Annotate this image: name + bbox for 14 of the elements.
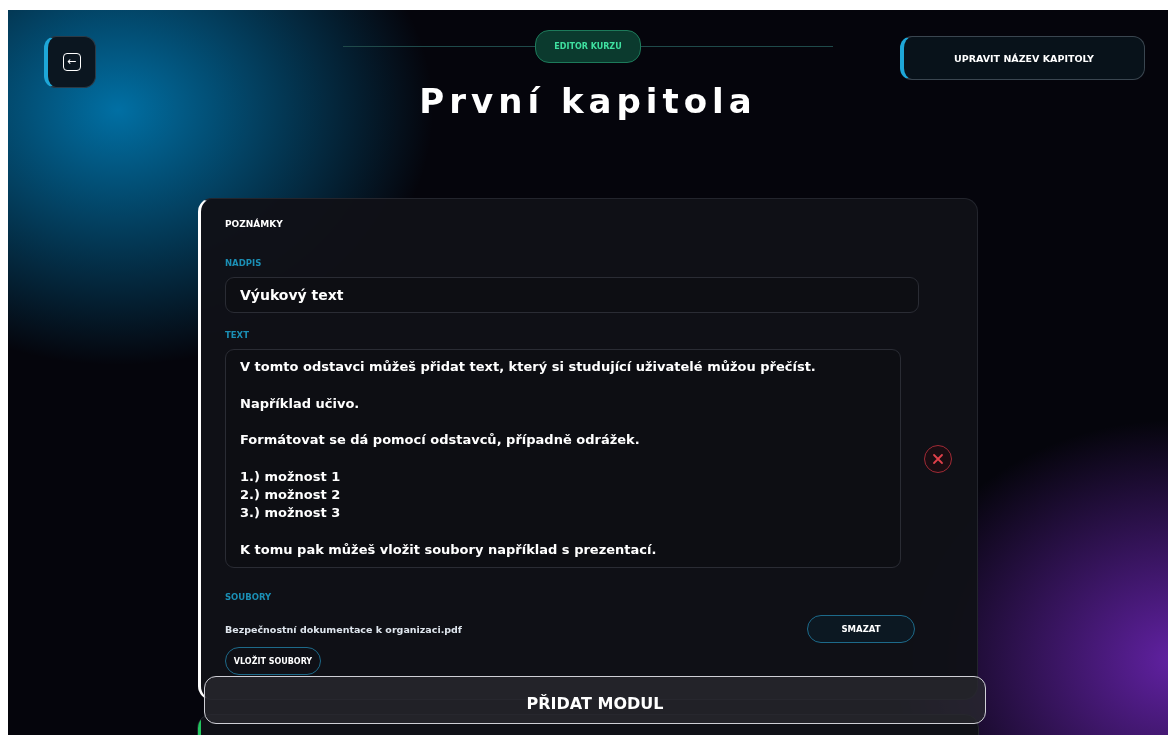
rename-chapter-button[interactable]: UPRAVIT NÁZEV KAPITOLY (900, 36, 1145, 80)
editor-badge: EDITOR KURZU (535, 30, 641, 63)
field-label: NADPIS (225, 258, 263, 268)
text-area-field[interactable]: V tomto odstavci můžeš přidat text, který si studující uživatelé můžou přečíst. Například učivo. Formátovat se dá pomocí odstavců, případně odrážek. 1.) možnost 1 2.) možnost 2 3.) možnost 3 K tomu pak můžeš vložit soubory například s prezentací. (225, 349, 901, 569)
file-name: Bezpečnostní dokumentace k organizaci.pdf (225, 623, 462, 635)
delete-icon[interactable] (923, 443, 953, 474)
chapter-title: První kapitola (419, 81, 757, 121)
add-module-button[interactable]: PŘIDAT MODUL (204, 676, 986, 724)
title-input-field[interactable]: Výukový text (225, 277, 919, 313)
field-label: TEXT (225, 330, 250, 340)
module-heading: POZNÁMKY (225, 219, 284, 229)
field-label: SOUBORY (225, 592, 273, 603)
back-button[interactable]: ← (44, 36, 96, 88)
delete-file-button[interactable]: SMAZAT (807, 615, 915, 644)
